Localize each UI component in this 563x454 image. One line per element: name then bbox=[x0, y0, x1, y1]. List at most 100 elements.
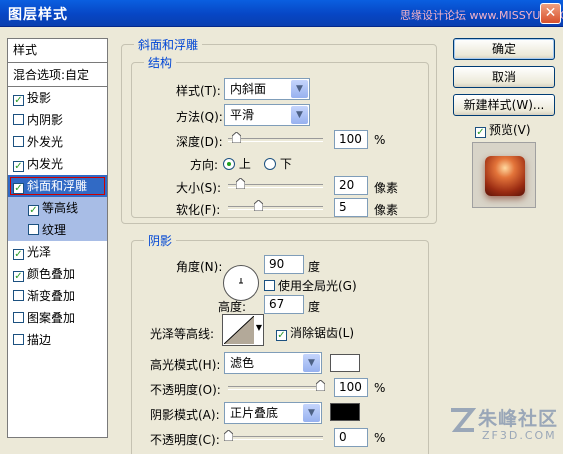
direction-down-option[interactable]: 下 bbox=[264, 155, 292, 172]
style-item-contour[interactable]: ✓ 等高线 bbox=[8, 197, 107, 219]
highlight-mode-select[interactable]: 滤色 ▼ bbox=[224, 352, 322, 374]
shadow-mode-select[interactable]: 正片叠底 ▼ bbox=[224, 402, 322, 424]
highlight-opacity-slider[interactable] bbox=[228, 380, 325, 391]
chevron-down-icon: ▼ bbox=[291, 80, 308, 98]
altitude-label: 高度: bbox=[218, 300, 247, 314]
style-select[interactable]: 内斜面 ▼ bbox=[224, 78, 310, 100]
angle-input[interactable]: 90 bbox=[264, 255, 304, 274]
preview-option[interactable]: ✓ 预览(V) bbox=[475, 121, 531, 138]
brand-subtext: ZF3D.COM bbox=[482, 429, 557, 442]
style-item-drop-shadow[interactable]: ✓ 投影 bbox=[8, 87, 107, 109]
checkbox[interactable] bbox=[13, 290, 24, 301]
altitude-input[interactable]: 67 bbox=[264, 295, 304, 314]
soften-input[interactable]: 5 bbox=[334, 198, 368, 217]
style-item-label: 图案叠加 bbox=[27, 311, 76, 325]
style-item-color-overlay[interactable]: ✓ 颜色叠加 bbox=[8, 263, 107, 285]
checkbox[interactable]: ✓ bbox=[13, 95, 24, 106]
angle-unit: 度 bbox=[308, 260, 321, 274]
shadow-opacity-slider[interactable] bbox=[224, 430, 323, 441]
preview-label: 预览(V) bbox=[489, 123, 531, 137]
window-title: 图层样式 bbox=[8, 7, 68, 23]
new-style-button[interactable]: 新建样式(W)... bbox=[453, 94, 555, 116]
style-item-label: 渐变叠加 bbox=[27, 289, 76, 303]
size-slider[interactable] bbox=[228, 178, 323, 189]
soften-unit: 像素 bbox=[374, 203, 399, 217]
style-item-outer-glow[interactable]: 外发光 bbox=[8, 131, 107, 153]
checkbox[interactable]: ✓ bbox=[276, 330, 287, 341]
slider-thumb[interactable] bbox=[232, 132, 241, 143]
cancel-button[interactable]: 取消 bbox=[453, 66, 555, 88]
styles-list: 样式 混合选项:自定 ✓ 投影 内阴影 外发光 ✓ 内发光 ✓ 斜面和浮雕 ✓ 等高线 … bbox=[7, 38, 108, 438]
blend-options-item[interactable]: 混合选项:自定 bbox=[8, 64, 107, 86]
soften-slider[interactable] bbox=[228, 200, 323, 211]
checkbox[interactable]: ✓ bbox=[28, 205, 39, 216]
highlight-opacity-label: 不透明度(O): bbox=[150, 383, 221, 397]
checkbox[interactable]: ✓ bbox=[13, 249, 24, 260]
radio-button[interactable] bbox=[223, 158, 235, 170]
depth-input[interactable]: 100 bbox=[334, 130, 368, 149]
chevron-down-icon: ▼ bbox=[303, 354, 320, 372]
brand-logo-icon bbox=[451, 408, 476, 432]
style-item-pattern-overlay[interactable]: 图案叠加 bbox=[8, 307, 107, 329]
shadow-opacity-unit: % bbox=[374, 431, 386, 445]
style-item-label: 内发光 bbox=[27, 157, 64, 171]
highlight-opacity-input[interactable]: 100 bbox=[334, 378, 368, 397]
checkbox[interactable]: ✓ bbox=[13, 271, 24, 282]
checkbox[interactable] bbox=[13, 136, 24, 147]
style-item-label: 描边 bbox=[27, 333, 52, 347]
style-select-value: 内斜面 bbox=[230, 82, 267, 96]
checkbox[interactable] bbox=[13, 312, 24, 323]
brand-text: 朱峰社区 bbox=[478, 408, 559, 430]
style-item-stroke[interactable]: 描边 bbox=[8, 329, 107, 351]
style-item-texture[interactable]: 纹理 bbox=[8, 219, 107, 241]
size-input[interactable]: 20 bbox=[334, 176, 368, 195]
style-item-inner-shadow[interactable]: 内阴影 bbox=[8, 109, 107, 131]
shadow-mode-label: 阴影模式(A): bbox=[150, 408, 220, 422]
checkbox[interactable] bbox=[13, 334, 24, 345]
bevel-emboss-title: 斜面和浮雕 bbox=[134, 36, 203, 53]
style-item-satin[interactable]: ✓ 光泽 bbox=[8, 241, 107, 263]
style-item-inner-glow[interactable]: ✓ 内发光 bbox=[8, 153, 107, 175]
antialias-option[interactable]: ✓ 消除锯齿(L) bbox=[276, 324, 354, 341]
radio-button[interactable] bbox=[264, 158, 276, 170]
shadow-mode-value: 正片叠底 bbox=[230, 406, 279, 420]
antialias-label: 消除锯齿(L) bbox=[290, 326, 355, 340]
slider-thumb[interactable] bbox=[316, 380, 325, 391]
close-button[interactable]: ✕ bbox=[540, 3, 561, 24]
chevron-down-icon: ▼ bbox=[255, 323, 262, 332]
style-item-label: 投影 bbox=[27, 91, 52, 105]
checkbox[interactable] bbox=[264, 280, 275, 291]
checkbox[interactable] bbox=[13, 114, 24, 125]
shadow-color-swatch[interactable] bbox=[330, 403, 360, 421]
style-item-bevel-emboss[interactable]: ✓ 斜面和浮雕 bbox=[8, 175, 107, 197]
soften-label: 软化(F): bbox=[176, 203, 221, 217]
checkbox[interactable] bbox=[28, 224, 39, 235]
direction-label: 方向: bbox=[190, 158, 219, 172]
checkbox[interactable]: ✓ bbox=[13, 183, 24, 194]
angle-label: 角度(N): bbox=[176, 260, 223, 274]
gloss-contour-picker[interactable]: ▼ bbox=[222, 314, 264, 346]
checkbox[interactable]: ✓ bbox=[475, 127, 486, 138]
angle-dial[interactable] bbox=[222, 264, 260, 302]
chevron-down-icon: ▼ bbox=[291, 106, 308, 124]
technique-select[interactable]: 平滑 ▼ bbox=[224, 104, 310, 126]
title-bar: 图层样式 思缘设计论坛 www.MISSYUAN.COM ✕ bbox=[0, 0, 563, 27]
highlight-color-swatch[interactable] bbox=[330, 354, 360, 372]
depth-slider[interactable] bbox=[228, 132, 323, 143]
slider-thumb[interactable] bbox=[236, 178, 245, 189]
slider-thumb[interactable] bbox=[254, 200, 263, 211]
depth-label: 深度(D): bbox=[176, 135, 223, 149]
brand-watermark: 朱峰社区 ZF3D.COM bbox=[448, 402, 560, 450]
ok-button[interactable]: 确定 bbox=[453, 38, 555, 60]
style-preview-thumbnail bbox=[472, 142, 536, 208]
direction-up-option[interactable]: 上 bbox=[223, 155, 251, 172]
shadow-opacity-label: 不透明度(C): bbox=[150, 433, 220, 447]
highlight-mode-label: 高光模式(H): bbox=[150, 358, 221, 372]
style-item-label: 颜色叠加 bbox=[27, 267, 76, 281]
slider-thumb[interactable] bbox=[224, 430, 233, 441]
style-item-gradient-overlay[interactable]: 渐变叠加 bbox=[8, 285, 107, 307]
checkbox[interactable]: ✓ bbox=[13, 161, 24, 172]
technique-select-value: 平滑 bbox=[230, 108, 255, 122]
shadow-opacity-input[interactable]: 0 bbox=[334, 428, 368, 447]
global-light-option[interactable]: 使用全局光(G) bbox=[264, 277, 357, 294]
